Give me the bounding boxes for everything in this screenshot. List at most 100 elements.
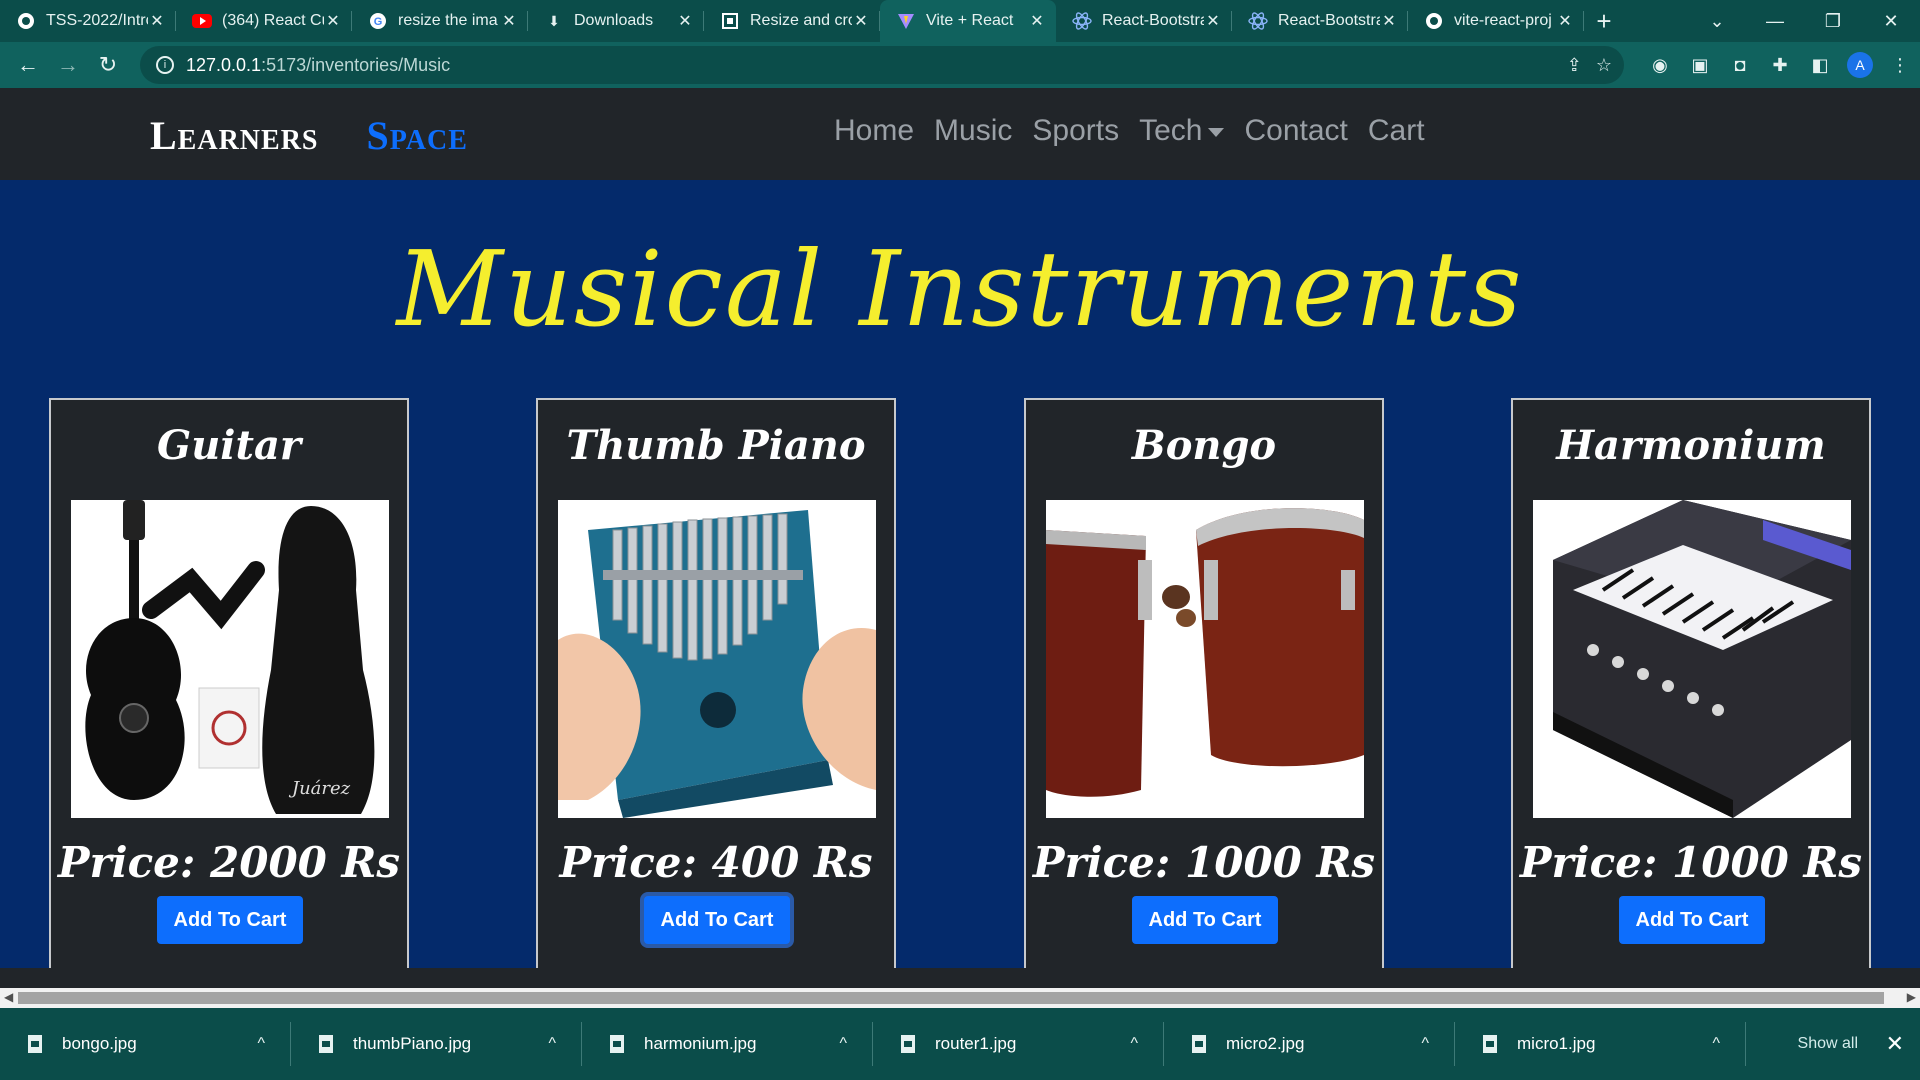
download-filename: micro1.jpg <box>1517 1034 1596 1053</box>
side-panel-icon[interactable]: ◧ <box>1800 55 1840 76</box>
browser-tab[interactable]: vite-react-proj ✕ <box>1408 0 1584 42</box>
brand-second-word: Space <box>366 113 468 158</box>
restore-icon[interactable]: ❐ <box>1804 11 1862 32</box>
download-item[interactable]: micro1.jpg ^ <box>1455 1008 1746 1080</box>
download-filename: harmonium.jpg <box>644 1034 757 1053</box>
close-icon[interactable]: ✕ <box>1556 11 1574 31</box>
add-to-cart-button[interactable]: Add To Cart <box>1132 896 1278 944</box>
browser-tab[interactable]: G resize the ima ✕ <box>352 0 528 42</box>
browser-tab-active[interactable]: Vite + React ✕ <box>880 0 1056 42</box>
site-info-icon[interactable]: i <box>156 56 174 74</box>
browser-tab[interactable]: React-Bootstra ✕ <box>1232 0 1408 42</box>
nav-link-cart[interactable]: Cart <box>1368 114 1425 148</box>
chevron-up-icon[interactable]: ^ <box>839 1035 847 1053</box>
nav-dropdown-tech[interactable]: Tech <box>1139 114 1225 148</box>
nav-link-contact[interactable]: Contact <box>1244 114 1347 148</box>
window-close-icon[interactable]: ✕ <box>1862 11 1920 32</box>
download-item[interactable]: bongo.jpg ^ <box>0 1008 291 1080</box>
profile-avatar[interactable]: A <box>1847 52 1873 78</box>
product-card-guitar: Guitar Juárez Price: 2000 Rs Add To Cart <box>49 398 409 968</box>
close-icon[interactable]: ✕ <box>852 11 870 31</box>
close-shelf-icon[interactable]: ✕ <box>1886 1008 1904 1080</box>
close-icon[interactable]: ✕ <box>1380 11 1398 31</box>
browser-tab[interactable]: TSS-2022/Intro ✕ <box>0 0 176 42</box>
browser-tab[interactable]: React-Bootstra ✕ <box>1056 0 1232 42</box>
brand-logo[interactable]: Learners Space <box>150 112 468 159</box>
url-path: :5173/inventories/Music <box>261 54 451 75</box>
chevron-up-icon[interactable]: ^ <box>1421 1035 1429 1053</box>
chevron-up-icon[interactable]: ^ <box>1130 1035 1138 1053</box>
tab-title: Vite + React <box>926 12 1014 29</box>
browser-tab[interactable]: ⬇ Downloads ✕ <box>528 0 704 42</box>
youtube-icon <box>192 11 212 31</box>
minimize-icon[interactable]: — <box>1746 11 1804 32</box>
site-navbar: Learners Space Home Music Sports Tech Con… <box>0 88 1920 180</box>
extension-icon[interactable]: ◉ <box>1640 55 1680 76</box>
download-shelf: bongo.jpg ^ thumbPiano.jpg ^ harmonium.j… <box>0 1008 1920 1080</box>
product-image-bongo <box>1046 500 1364 818</box>
product-title: Guitar <box>157 422 301 469</box>
reload-icon[interactable]: ↻ <box>88 45 128 85</box>
browser-tab[interactable]: Resize and cro ✕ <box>704 0 880 42</box>
tab-title: React-Bootstra <box>1278 12 1380 29</box>
browser-tab[interactable]: (364) React Cu ✕ <box>176 0 352 42</box>
puzzle-icon[interactable]: ✚ <box>1760 55 1800 76</box>
nav-link-music[interactable]: Music <box>934 114 1012 148</box>
new-tab-button[interactable]: + <box>1584 0 1624 42</box>
file-icon <box>610 1035 624 1053</box>
window-controls: ⌄ — ❐ ✕ <box>1688 0 1920 42</box>
share-icon[interactable]: ⇪ <box>1567 55 1582 76</box>
scroll-left-icon[interactable]: ◀ <box>4 990 13 1004</box>
svg-text:G: G <box>374 16 383 28</box>
caret-down-icon <box>1208 127 1225 137</box>
download-item[interactable]: harmonium.jpg ^ <box>582 1008 873 1080</box>
scrollbar-thumb[interactable] <box>18 992 1884 1004</box>
download-filename: thumbPiano.jpg <box>353 1034 472 1053</box>
address-bar[interactable]: i 127.0.0.1:5173/inventories/Music ⇪ ☆ <box>140 46 1624 84</box>
download-item[interactable]: router1.jpg ^ <box>873 1008 1164 1080</box>
nav-link-home[interactable]: Home <box>834 114 914 148</box>
add-to-cart-button[interactable]: Add To Cart <box>1619 896 1765 944</box>
product-title: Harmonium <box>1556 422 1826 469</box>
download-item[interactable]: thumbPiano.jpg ^ <box>291 1008 582 1080</box>
chevron-up-icon[interactable]: ^ <box>1712 1035 1720 1053</box>
close-icon[interactable]: ✕ <box>500 11 518 31</box>
tab-title: vite-react-proj <box>1454 12 1552 29</box>
close-icon[interactable]: ✕ <box>1204 11 1222 31</box>
file-icon <box>901 1035 915 1053</box>
screenshot-icon[interactable]: ◘ <box>1720 55 1760 76</box>
scroll-right-icon[interactable]: ▶ <box>1907 990 1916 1004</box>
tab-search-icon[interactable]: ⌄ <box>1688 11 1746 32</box>
back-icon[interactable]: ← <box>8 45 48 85</box>
download-item[interactable]: micro2.jpg ^ <box>1164 1008 1455 1080</box>
add-to-cart-button[interactable]: Add To Cart <box>644 896 790 944</box>
tab-title: React-Bootstra <box>1102 12 1204 29</box>
close-icon[interactable]: ✕ <box>324 11 342 31</box>
page-title: Musical Instruments <box>396 228 1524 350</box>
download-filename: bongo.jpg <box>62 1034 137 1053</box>
close-icon[interactable]: ✕ <box>148 11 166 31</box>
browser-tab-strip: TSS-2022/Intro ✕ (364) React Cu ✕ G resi… <box>0 0 1920 42</box>
nav-link-sports[interactable]: Sports <box>1032 114 1119 148</box>
page-bottom-strip <box>0 968 1920 988</box>
close-icon[interactable]: ✕ <box>676 11 694 31</box>
product-card-thumb-piano: Thumb Piano Price: 400 Rs Add To Cart <box>536 398 896 968</box>
translate-icon[interactable]: ▣ <box>1680 55 1720 76</box>
add-to-cart-button[interactable]: Add To Cart <box>157 896 303 944</box>
product-image-harmonium <box>1533 500 1851 818</box>
show-all-downloads-button[interactable]: Show all <box>1798 1008 1858 1080</box>
bookmark-star-icon[interactable]: ☆ <box>1596 55 1612 76</box>
product-card-bongo: Bongo Price: 1000 Rs Add To Cart <box>1024 398 1384 968</box>
horizontal-scrollbar[interactable]: ◀ ▶ <box>0 988 1920 1008</box>
chevron-up-icon[interactable]: ^ <box>257 1035 265 1053</box>
file-icon <box>1483 1035 1497 1053</box>
react-icon <box>1248 11 1268 31</box>
forward-icon[interactable]: → <box>48 45 88 85</box>
product-title: Thumb Piano <box>566 422 866 469</box>
product-price: Price: 1000 Rs <box>1519 838 1863 887</box>
chevron-up-icon[interactable]: ^ <box>548 1035 556 1053</box>
crop-icon <box>720 11 740 31</box>
download-filename: router1.jpg <box>935 1034 1017 1053</box>
close-icon[interactable]: ✕ <box>1028 11 1046 31</box>
menu-kebab-icon[interactable]: ⋮ <box>1880 55 1920 76</box>
